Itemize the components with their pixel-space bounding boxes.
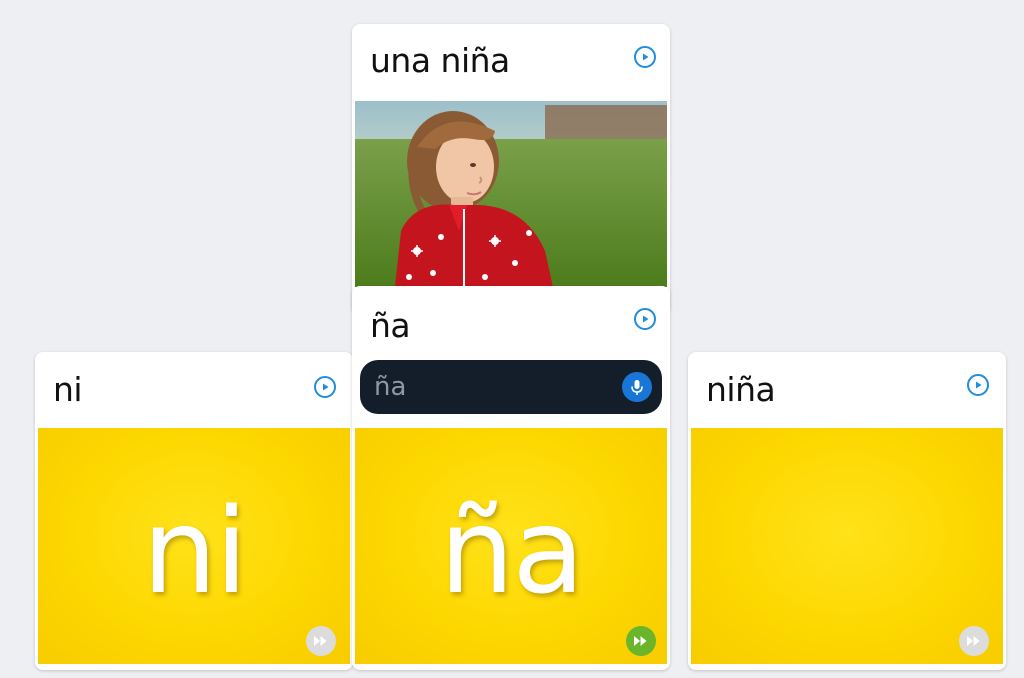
play-icon xyxy=(643,53,649,61)
skip-button[interactable] xyxy=(959,626,989,656)
skip-button[interactable] xyxy=(306,626,336,656)
card-ni[interactable]: ni ni xyxy=(35,352,353,670)
skip-button[interactable] xyxy=(626,626,656,656)
play-icon xyxy=(643,315,649,323)
play-icon xyxy=(976,381,982,389)
card-title: ña xyxy=(370,306,411,345)
speech-input-bar[interactable]: ña xyxy=(360,360,662,414)
word-image: ni xyxy=(38,428,350,664)
play-audio-button[interactable] xyxy=(967,374,989,396)
fast-forward-icon xyxy=(967,636,980,646)
microphone-icon xyxy=(631,380,643,395)
card-title: niña xyxy=(706,370,776,409)
card-title: ni xyxy=(53,370,83,409)
fast-forward-icon xyxy=(314,636,327,646)
word-image: ña xyxy=(355,428,667,664)
speech-input-text: ña xyxy=(374,372,407,402)
card-una-nina[interactable]: una niña xyxy=(352,24,670,314)
word-image xyxy=(691,428,1003,664)
big-word: ni xyxy=(142,482,248,620)
girl-photo-illustration xyxy=(355,101,667,287)
play-audio-button[interactable] xyxy=(634,46,656,68)
card-title: una niña xyxy=(370,41,510,80)
play-icon xyxy=(323,383,329,391)
card-na[interactable]: ña ña ña xyxy=(352,286,670,670)
card-nina[interactable]: niña xyxy=(688,352,1006,670)
fast-forward-icon xyxy=(634,636,647,646)
play-audio-button[interactable] xyxy=(634,308,656,330)
microphone-button[interactable] xyxy=(622,372,652,402)
big-word: ña xyxy=(439,482,584,620)
girl-photo xyxy=(355,101,667,287)
play-audio-button[interactable] xyxy=(314,376,336,398)
